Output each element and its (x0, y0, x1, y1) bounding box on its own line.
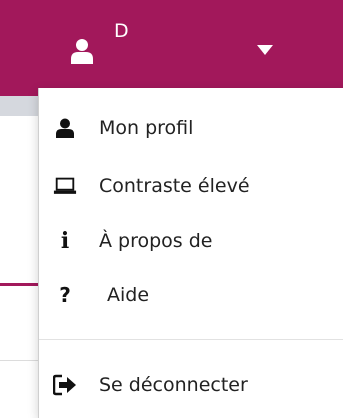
info-icon: i (60, 228, 70, 254)
user-dropdown-menu: Mon profil Contraste élevé i À propos de… (38, 88, 343, 418)
menu-item-logout[interactable]: Se déconnecter (39, 364, 343, 406)
sign-out-icon (53, 374, 77, 396)
top-bar: D (0, 0, 343, 96)
user-initial: D (114, 20, 129, 42)
user-icon (53, 117, 77, 139)
menu-item-high-contrast[interactable]: Contraste élevé (39, 165, 343, 207)
caret-down-icon (257, 45, 273, 55)
menu-item-label: À propos de (99, 230, 213, 252)
user-icon (71, 39, 93, 64)
laptop-icon (53, 175, 77, 197)
menu-item-profile[interactable]: Mon profil (39, 107, 343, 149)
menu-divider (39, 339, 343, 340)
menu-item-label: Se déconnecter (99, 374, 248, 396)
question-icon: ? (59, 283, 71, 307)
menu-item-label: Aide (107, 284, 150, 306)
menu-item-help[interactable]: ? Aide (39, 274, 343, 316)
menu-item-label: Contraste élevé (99, 175, 250, 197)
menu-item-about[interactable]: i À propos de (39, 220, 343, 262)
user-menu-toggle[interactable]: D (60, 18, 300, 80)
menu-item-label: Mon profil (99, 117, 194, 139)
